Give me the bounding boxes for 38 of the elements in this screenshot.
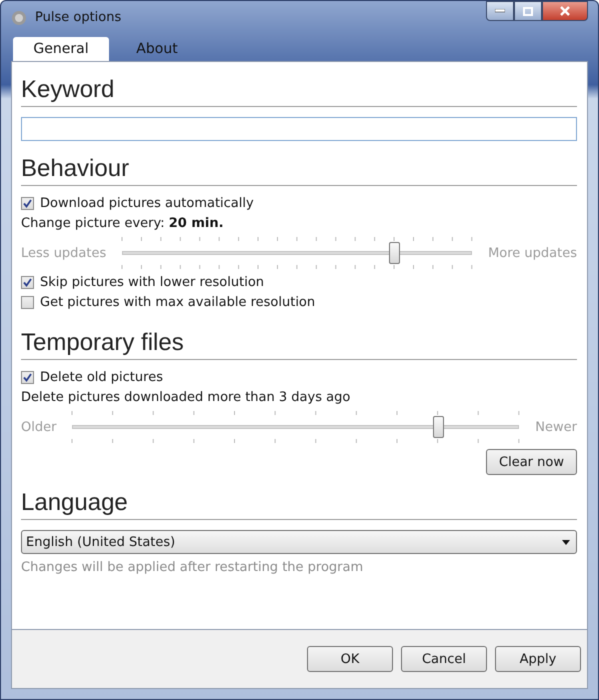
slider-min-label: Less updates xyxy=(21,246,106,260)
checkbox-label: Get pictures with max available resolution xyxy=(40,295,316,310)
section-heading: Behaviour xyxy=(21,155,577,186)
slider-max-label: Newer xyxy=(535,420,577,434)
description-text: Delete pictures downloaded more than 3 days ago xyxy=(21,390,352,405)
hint-text: Changes will be applied after restarting the program xyxy=(21,560,364,575)
minimize-button[interactable] xyxy=(486,1,514,21)
clear-now-button[interactable]: Clear now xyxy=(486,449,577,475)
minimize-icon xyxy=(495,9,505,13)
language-dropdown[interactable]: English (United States) xyxy=(21,530,577,554)
dropdown-arrow-icon xyxy=(562,540,570,544)
section-heading: Keyword xyxy=(21,76,577,107)
slider-thumb[interactable] xyxy=(389,242,400,264)
close-button[interactable] xyxy=(542,1,588,21)
checkbox[interactable] xyxy=(21,276,34,289)
close-icon xyxy=(560,6,570,16)
maximize-icon xyxy=(523,6,533,16)
slider-max-label: More updates xyxy=(488,246,577,260)
checkbox-label: Download pictures automatically xyxy=(40,196,254,211)
description-text: Change picture every: 20 min. xyxy=(21,216,225,231)
tab[interactable]: About xyxy=(109,37,205,61)
keyword-field[interactable] xyxy=(21,117,577,141)
app-icon xyxy=(11,10,27,26)
slider-min-label: Older xyxy=(21,420,56,434)
checkbox-label: Skip pictures with lower resolution xyxy=(40,275,264,290)
section-heading: Temporary files xyxy=(21,329,577,360)
section-heading: Language xyxy=(21,489,577,520)
checkbox[interactable] xyxy=(21,296,34,309)
maximize-button[interactable] xyxy=(514,1,542,21)
dialog-button[interactable]: Cancel xyxy=(401,646,487,672)
checkbox[interactable] xyxy=(21,371,34,384)
slider-thumb[interactable] xyxy=(432,416,444,438)
checkbox[interactable] xyxy=(21,197,34,210)
tab[interactable]: General xyxy=(13,37,109,61)
dialog-button[interactable]: Apply xyxy=(495,646,581,672)
dialog-button[interactable]: OK xyxy=(307,646,393,672)
window-title: Pulse options xyxy=(35,10,122,25)
checkbox-label: Delete old pictures xyxy=(40,370,163,385)
